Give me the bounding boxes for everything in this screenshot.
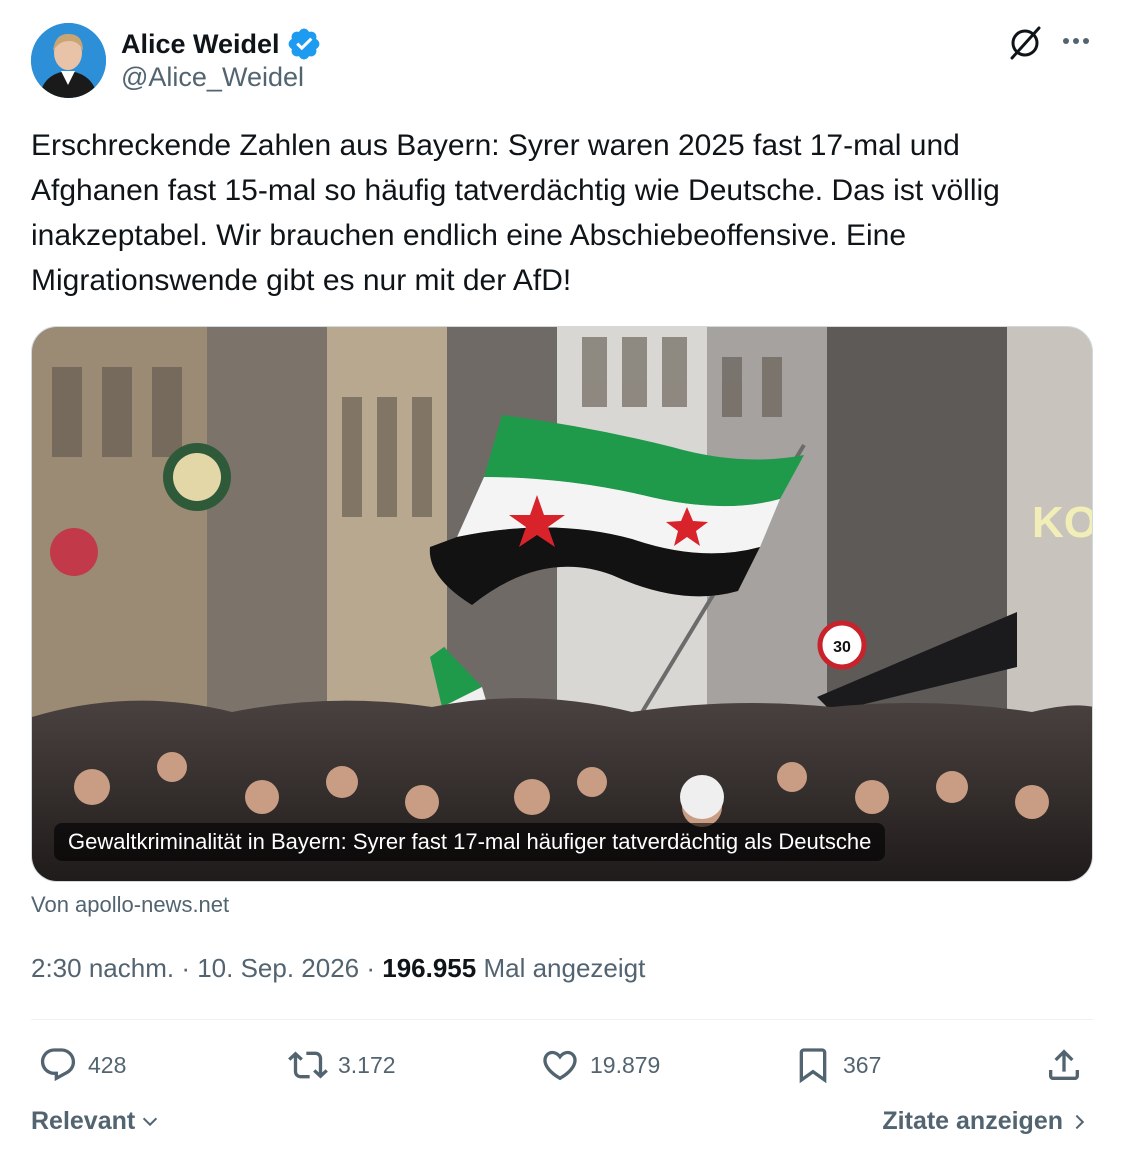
divider	[31, 1019, 1093, 1020]
repost-count: 3.172	[338, 1051, 396, 1078]
share-icon	[1049, 1049, 1079, 1080]
view-quotes-link[interactable]: Zitate anzeigen	[882, 1107, 1089, 1136]
bookmark-icon	[799, 1048, 827, 1084]
author-display-name[interactable]: Alice Weidel	[121, 29, 280, 60]
link-card-image[interactable]: 30 KOG Gewaltkriminalität in Bayern: Syr…	[31, 326, 1093, 882]
reply-count: 428	[88, 1051, 127, 1078]
tweet-time[interactable]: 2:30 nachm.	[31, 953, 174, 983]
repost-icon	[288, 1051, 328, 1079]
verified-badge-icon	[286, 26, 322, 62]
author-name-row[interactable]: Alice Weidel	[121, 26, 322, 62]
grok-icon[interactable]	[1006, 24, 1044, 62]
link-card-caption: Gewaltkriminalität in Bayern: Syrer fast…	[54, 823, 886, 861]
more-icon[interactable]	[1058, 26, 1094, 56]
author-handle[interactable]: @Alice_Weidel	[121, 62, 304, 93]
quotes-label: Zitate anzeigen	[882, 1107, 1063, 1135]
tweet-date[interactable]: 10. Sep. 2026	[197, 953, 359, 983]
chevron-down-icon	[143, 1117, 158, 1126]
protest-photo: 30 KOG	[32, 327, 1093, 881]
reply-button[interactable]: 428	[38, 1043, 126, 1087]
link-card-source[interactable]: Von apollo-news.net	[31, 892, 229, 918]
svg-text:30: 30	[833, 639, 851, 656]
tweet-text: Erschreckende Zahlen aus Bayern: Syrer w…	[31, 129, 1000, 297]
like-count: 19.879	[590, 1051, 661, 1078]
meta-separator: ·	[359, 953, 383, 983]
meta-separator: ·	[174, 953, 198, 983]
chevron-right-icon	[1075, 1114, 1085, 1129]
share-button[interactable]	[1044, 1043, 1084, 1087]
views-count: 196.955	[382, 953, 477, 983]
avatar-image	[31, 23, 106, 98]
repost-button[interactable]: 3.172	[288, 1043, 396, 1087]
like-button[interactable]: 19.879	[540, 1043, 660, 1087]
tweet-meta: 2:30 nachm. · 10. Sep. 2026 · 196.955 Ma…	[31, 953, 645, 984]
reply-icon	[40, 1048, 76, 1082]
avatar[interactable]	[31, 23, 106, 98]
bookmark-count: 367	[843, 1051, 882, 1078]
views-label: Mal angezeigt	[483, 953, 646, 983]
sort-dropdown[interactable]: Relevant	[31, 1107, 161, 1136]
svg-text:KOG: KOG	[1032, 498, 1093, 547]
sort-label: Relevant	[31, 1107, 136, 1135]
bookmark-button[interactable]: 367	[793, 1043, 881, 1087]
like-icon	[543, 1050, 577, 1081]
